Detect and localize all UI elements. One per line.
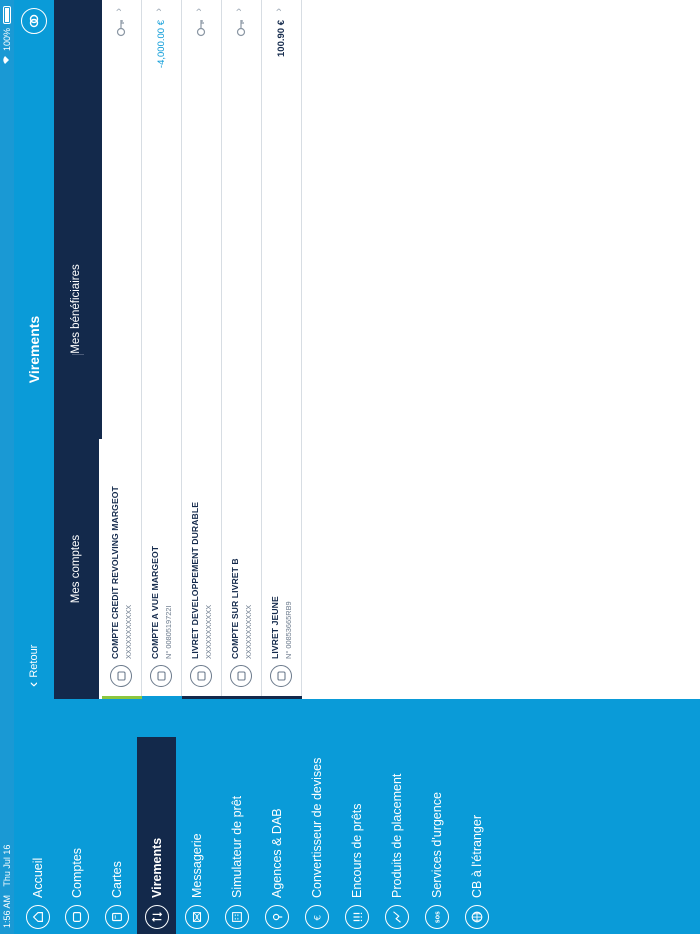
chevron-right-icon: › xyxy=(233,8,245,12)
account-color-strip xyxy=(142,696,182,699)
account-row[interactable]: COMPTE SUR LIVRET B XXXXXXXXXXX › xyxy=(222,0,262,699)
status-date: Thu Jul 16 xyxy=(2,844,12,887)
list-icon xyxy=(344,905,369,929)
sidebar-item-label: Cartes xyxy=(109,861,124,898)
account-name: COMPTE A VUE MARGEOT xyxy=(150,545,160,659)
account-color-strip xyxy=(182,696,222,699)
key-icon xyxy=(116,20,126,37)
account-name: LIVRET DEVELOPPEMENT DURABLE xyxy=(190,501,200,659)
sidebar-item-label: Accueil xyxy=(30,857,45,898)
mail-icon xyxy=(184,905,209,929)
wifi-icon xyxy=(2,55,12,65)
account-number: N° 00853665RB9 xyxy=(284,601,293,659)
account-number: XXXXXXXXXXX xyxy=(244,604,253,659)
sidebar-item-produits-de-placement[interactable]: Produits de placement xyxy=(377,699,416,934)
account-number: N° 0080519722I xyxy=(164,605,173,659)
top-bar: Virements ‹ Retour xyxy=(14,0,54,699)
sidebar-item-encours-de-pr-ts[interactable]: Encours de prêts xyxy=(337,699,376,934)
account-row[interactable]: COMPTE CREDIT REVOLVING MARGEOT XXXXXXXXX… xyxy=(102,0,142,699)
account-color-strip xyxy=(222,696,262,699)
transfer-icon xyxy=(144,905,169,929)
account-row[interactable]: COMPTE A VUE MARGEOT N° 0080519722I -4,000… xyxy=(142,0,182,699)
chart-icon xyxy=(384,905,409,929)
sos-icon: SOS xyxy=(424,905,449,929)
card-icon xyxy=(104,905,129,929)
chevron-right-icon: › xyxy=(193,8,205,12)
sidebar-item-label: CB à l'étranger xyxy=(469,815,484,898)
sidebar-item-label: Messagerie xyxy=(189,833,204,898)
key-icon xyxy=(236,20,246,37)
location-icon xyxy=(264,905,289,929)
sidebar-item-label: Agences & DAB xyxy=(269,808,284,898)
battery-icon xyxy=(3,6,11,24)
back-label: Retour xyxy=(28,644,40,678)
sidebar-item-comptes[interactable]: Comptes xyxy=(57,699,96,934)
account-row[interactable]: LIVRET DEVELOPPEMENT DURABLE XXXXXXXXXXX › xyxy=(182,0,222,699)
account-icon xyxy=(270,665,292,687)
sidebar-item-label: Convertisseur de devises xyxy=(309,757,324,898)
account-icon xyxy=(150,665,172,687)
account-color-strip xyxy=(102,696,142,699)
sidebar-item-label: Encours de prêts xyxy=(349,803,364,899)
chevron-right-icon: › xyxy=(273,8,285,12)
account-balance: 100.90 € xyxy=(276,20,287,57)
sidebar-item-virements[interactable]: Virements xyxy=(137,737,176,934)
globe-icon xyxy=(464,905,489,929)
key-icon xyxy=(196,20,206,37)
sidebar-item-label: Produits de placement xyxy=(389,773,404,898)
home-icon xyxy=(25,905,50,929)
euro-icon: € xyxy=(304,905,329,929)
sidebar-item-cartes[interactable]: Cartes xyxy=(97,699,136,934)
back-button[interactable]: ‹ Retour xyxy=(14,645,54,687)
page-title: Virements xyxy=(26,315,42,384)
wallet-icon xyxy=(64,905,89,929)
tab-mes-comptes[interactable]: Mes comptes xyxy=(54,439,102,699)
sidebar-item-label: Simulateur de prêt xyxy=(229,795,244,898)
account-color-strip xyxy=(262,696,302,699)
sidebar-item-label: Services d'urgence xyxy=(429,792,444,898)
sidebar-item-convertisseur-de-devises[interactable]: € Convertisseur de devises xyxy=(297,699,336,934)
logout-button[interactable] xyxy=(21,8,47,34)
svg-text:SOS: SOS xyxy=(435,911,441,923)
status-time: 1:56 AM xyxy=(2,894,12,928)
account-icon xyxy=(110,665,132,687)
main-panel: Virements ‹ Retour Mes comptes Mes bénéf… xyxy=(14,0,700,699)
tab-mes-beneficiaires[interactable]: Mes bénéficiaires xyxy=(54,179,102,439)
svg-text:€: € xyxy=(313,915,323,921)
ipad-screen: 1:56 AM Thu Jul 16 100% Accueil Comptes Ca… xyxy=(0,0,700,934)
sidebar-item-label: Comptes xyxy=(69,847,84,898)
account-row[interactable]: LIVRET JEUNE N° 00853665RB9 100.90 € › xyxy=(262,0,302,699)
logout-icon xyxy=(29,14,39,28)
account-number: XXXXXXXXXXX xyxy=(204,604,213,659)
calculator-icon xyxy=(224,905,249,929)
chevron-right-icon: › xyxy=(113,8,125,12)
tab-bar: Mes comptes Mes bénéficiaires xyxy=(54,0,102,699)
sidebar-item-messagerie[interactable]: Messagerie xyxy=(177,699,216,934)
account-icon xyxy=(190,665,212,687)
chevron-right-icon: › xyxy=(153,8,165,12)
account-name: COMPTE CREDIT REVOLVING MARGEOT xyxy=(110,486,120,659)
status-bar: 1:56 AM Thu Jul 16 100% xyxy=(0,0,14,934)
account-number: XXXXXXXXXXX xyxy=(124,604,133,659)
chevron-left-icon: ‹ xyxy=(25,681,42,687)
account-icon xyxy=(230,665,252,687)
account-name: LIVRET JEUNE xyxy=(270,596,280,659)
account-balance: -4,000.00 € xyxy=(156,20,167,69)
account-name: COMPTE SUR LIVRET B xyxy=(230,558,240,659)
sidebar-item-services-d-urgence[interactable]: SOS Services d'urgence xyxy=(417,699,456,934)
sidebar-item-simulateur-de-pr-t[interactable]: Simulateur de prêt xyxy=(217,699,256,934)
sidebar: Accueil Comptes Cartes Virements Messagerie S… xyxy=(14,699,700,934)
sidebar-item-accueil[interactable]: Accueil xyxy=(18,699,57,934)
sidebar-item-label: Virements xyxy=(149,837,164,898)
battery-label: 100% xyxy=(2,28,12,52)
sidebar-item-agences-dab[interactable]: Agences & DAB xyxy=(257,699,296,934)
sidebar-item-cb-l-tranger[interactable]: CB à l'étranger xyxy=(457,699,496,934)
